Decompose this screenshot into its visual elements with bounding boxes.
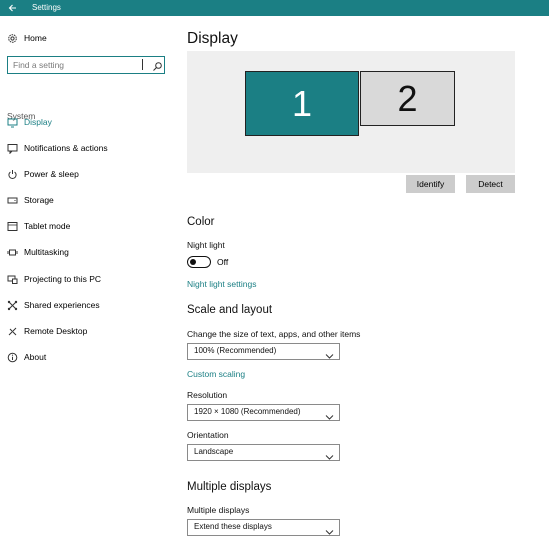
sidebar-item-about[interactable]: About	[0, 345, 172, 369]
sidebar-item-tablet-mode[interactable]: Tablet mode	[0, 214, 172, 238]
sidebar-item-notifications[interactable]: Notifications & actions	[0, 136, 172, 160]
sidebar-item-label: Shared experiences	[24, 300, 100, 310]
page-title: Display	[187, 30, 238, 47]
toggle-knob	[190, 258, 196, 265]
sidebar-item-shared-experiences[interactable]: Shared experiences	[0, 293, 172, 317]
scale-value: 100% (Recommended)	[194, 346, 277, 355]
multiple-displays-value: Extend these displays	[194, 522, 272, 531]
window-title: Settings	[32, 3, 61, 12]
main-content: Display 1 2 Identify Detect Color Night …	[187, 16, 549, 541]
tablet-icon	[7, 221, 18, 232]
orientation-dropdown[interactable]: Landscape	[187, 444, 340, 461]
sidebar-item-projecting[interactable]: Projecting to this PC	[0, 267, 172, 291]
display-arrangement-preview: 1 2	[187, 51, 515, 173]
home-label: Home	[24, 33, 47, 43]
multiple-displays-heading: Multiple displays	[187, 481, 272, 493]
sidebar-item-label: Notifications & actions	[24, 143, 108, 153]
color-heading: Color	[187, 216, 215, 228]
resolution-label: Resolution	[187, 390, 228, 400]
monitor-2[interactable]: 2	[360, 71, 455, 126]
orientation-label: Orientation	[187, 430, 229, 440]
projecting-icon	[7, 274, 18, 285]
multiple-displays-dropdown[interactable]: Extend these displays	[187, 519, 340, 536]
info-icon	[7, 352, 18, 363]
text-cursor	[142, 59, 143, 70]
night-light-toggle[interactable]	[187, 256, 211, 268]
sidebar: Home System Display Notifications & acti…	[0, 16, 172, 541]
multitasking-icon	[7, 247, 18, 258]
sidebar-item-power-sleep[interactable]: Power & sleep	[0, 162, 172, 186]
night-light-state: Off	[217, 257, 229, 267]
sidebar-item-storage[interactable]: Storage	[0, 188, 172, 212]
sidebar-item-label: Power & sleep	[24, 169, 79, 179]
search-input[interactable]	[13, 58, 138, 71]
search-box[interactable]	[7, 56, 165, 74]
night-light-settings-link[interactable]: Night light settings	[187, 279, 256, 289]
sidebar-item-label: Display	[24, 117, 52, 127]
detect-button[interactable]: Detect	[466, 175, 515, 193]
sidebar-item-display[interactable]: Display	[0, 110, 172, 134]
sidebar-item-multitasking[interactable]: Multitasking	[0, 240, 172, 264]
chevron-down-icon	[325, 523, 334, 535]
title-bar: Settings	[0, 0, 549, 16]
monitor-1[interactable]: 1	[245, 71, 359, 136]
resolution-value: 1920 × 1080 (Recommended)	[194, 407, 301, 416]
resolution-dropdown[interactable]: 1920 × 1080 (Recommended)	[187, 404, 340, 421]
chevron-down-icon	[325, 347, 334, 359]
sidebar-item-label: About	[24, 352, 47, 362]
sidebar-item-label: Tablet mode	[24, 221, 71, 231]
home-gear-icon	[7, 33, 18, 44]
scale-layout-heading: Scale and layout	[187, 304, 273, 316]
chevron-down-icon	[325, 448, 334, 460]
monitor-icon	[7, 117, 18, 128]
sidebar-item-label: Remote Desktop	[24, 326, 88, 336]
back-arrow-icon[interactable]	[0, 0, 24, 16]
sidebar-item-label: Projecting to this PC	[24, 274, 102, 284]
custom-scaling-link[interactable]: Custom scaling	[187, 369, 245, 379]
sidebar-item-label: Storage	[24, 195, 54, 205]
search-icon[interactable]	[152, 59, 163, 71]
message-icon	[7, 143, 18, 154]
chevron-down-icon	[325, 408, 334, 420]
storage-icon	[7, 195, 18, 206]
sidebar-item-label: Multitasking	[24, 247, 69, 257]
shared-icon	[7, 300, 18, 311]
home-nav-item[interactable]: Home	[0, 26, 172, 50]
night-light-label: Night light	[187, 240, 225, 250]
orientation-value: Landscape	[194, 447, 234, 456]
identify-button[interactable]: Identify	[406, 175, 455, 193]
size-label: Change the size of text, apps, and other…	[187, 329, 361, 339]
multiple-displays-label: Multiple displays	[187, 505, 250, 515]
sidebar-item-remote-desktop[interactable]: Remote Desktop	[0, 319, 172, 343]
scale-dropdown[interactable]: 100% (Recommended)	[187, 343, 340, 360]
power-icon	[7, 169, 18, 180]
remote-desktop-icon	[7, 326, 18, 337]
